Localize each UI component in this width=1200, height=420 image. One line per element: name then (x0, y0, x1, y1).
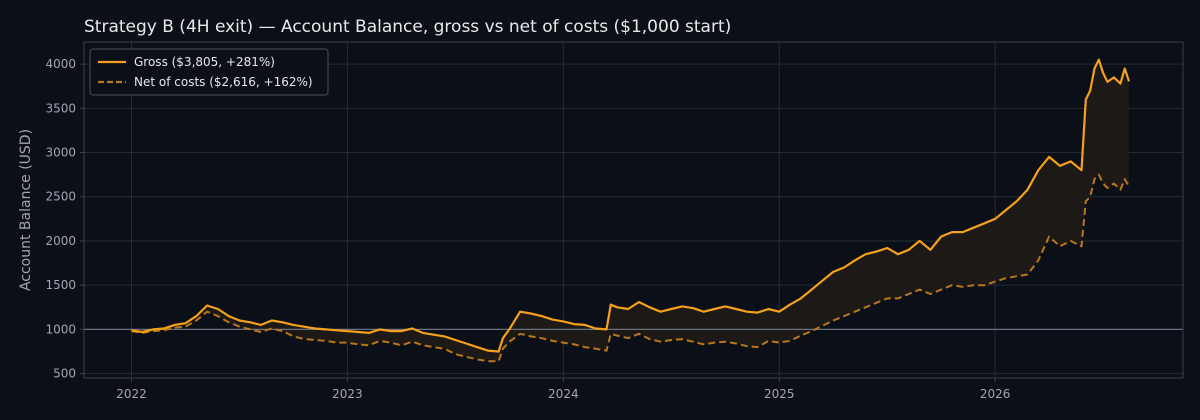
account-balance-chart: Strategy B (4H exit) — Account Balance, … (0, 0, 1200, 420)
legend: Gross ($3,805, +281%) Net of costs ($2,61… (89, 48, 329, 96)
x-tick-label: 2024 (548, 387, 579, 401)
y-tick-label: 3000 (45, 146, 76, 160)
x-tick-label: 2023 (332, 387, 363, 401)
y-tick-label: 2500 (45, 190, 76, 204)
y-tick-label: 1500 (45, 278, 76, 292)
x-tick-label: 2025 (764, 387, 795, 401)
y-axis-label: Account Balance (USD) (18, 129, 34, 291)
y-tick-label: 4000 (45, 57, 76, 71)
y-tick-label: 500 (53, 367, 76, 381)
x-tick-label: 2022 (116, 387, 147, 401)
y-tick-label: 3500 (45, 101, 76, 115)
legend-label: Net of costs ($2,616, +162%) (134, 75, 313, 89)
x-tick-label: 2026 (980, 387, 1011, 401)
y-tick-label: 1000 (45, 322, 76, 336)
legend-label: Gross ($3,805, +281%) (134, 55, 275, 69)
chart-title: Strategy B (4H exit) — Account Balance, … (84, 17, 731, 37)
y-tick-label: 2000 (45, 234, 76, 248)
